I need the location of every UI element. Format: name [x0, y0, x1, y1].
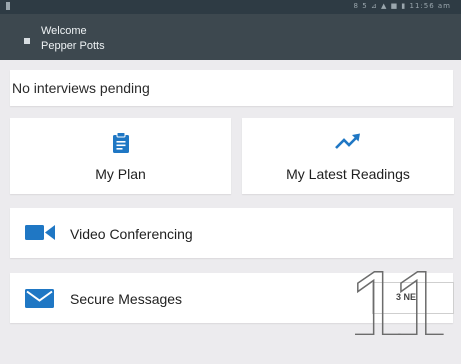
interviews-status-text: No interviews pending [12, 80, 150, 96]
status-bar: 8 5 ⊿ ▲ ■ ▮ 11:56 am [0, 0, 461, 14]
trending-up-icon [334, 132, 362, 157]
video-conferencing-label: Video Conferencing [70, 226, 193, 242]
menu-icon[interactable] [24, 38, 30, 44]
latest-readings-label: My Latest Readings [286, 166, 410, 182]
bottom-strip [0, 335, 461, 352]
clipboard-icon [112, 132, 130, 159]
secure-messages-label: Secure Messages [70, 291, 183, 307]
user-name: Pepper Potts [41, 40, 105, 52]
welcome-label: Welcome [41, 25, 87, 37]
envelope-icon [24, 287, 56, 314]
interviews-status-card: No interviews pending [10, 70, 453, 106]
app-bar: Welcome Pepper Potts [0, 14, 461, 60]
video-camera-icon [24, 222, 56, 247]
status-icons: 8 5 ⊿ ▲ ■ ▮ 11:56 am [353, 2, 451, 10]
notification-icon [6, 2, 10, 10]
my-plan-tile[interactable]: My Plan [10, 118, 231, 194]
my-plan-label: My Plan [95, 166, 146, 182]
latest-readings-tile[interactable]: My Latest Readings [242, 118, 454, 194]
